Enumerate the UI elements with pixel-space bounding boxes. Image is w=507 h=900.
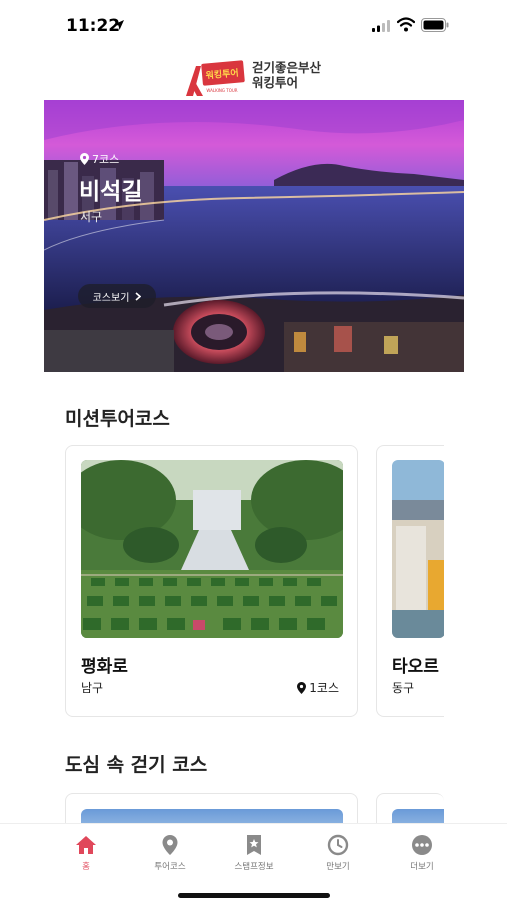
- pedometer-icon: [327, 834, 349, 856]
- view-course-label: 코스보기: [92, 292, 130, 304]
- logo-line-2: 워킹투어: [252, 75, 299, 90]
- nav-item-pedometer[interactable]: 만보기: [303, 834, 373, 872]
- home-indicator: [178, 893, 330, 898]
- city-section-title: 도심 속 걷기 코스: [65, 754, 208, 776]
- course-card[interactable]: 타오르 동구: [376, 445, 444, 717]
- course-card[interactable]: 평화로 남구 1코스: [65, 445, 358, 717]
- map-pin-icon: [162, 835, 178, 855]
- bottom-nav: 홈 투어코스 스탬프정보 만보기 더보기: [0, 823, 507, 900]
- nav-label: 홈: [82, 862, 90, 872]
- hero-banner[interactable]: 7코스 비석길 서구 코스보기: [44, 100, 464, 372]
- nav-item-stamp-info[interactable]: 스탬프정보: [219, 834, 289, 872]
- chevron-right-icon: [135, 291, 142, 301]
- hero-title: 비석길: [79, 179, 143, 205]
- course-card-region: 남구: [81, 681, 104, 695]
- course-card-image: [81, 460, 343, 638]
- hero-course-count: 7코스: [80, 151, 119, 167]
- home-icon: [76, 836, 96, 854]
- mission-section-title: 미션투어코스: [65, 408, 170, 430]
- more-icon: [412, 835, 432, 855]
- app-header: 워킹투어 WALKING TOUR 걷기좋은부산 워킹투어: [0, 52, 507, 100]
- wifi-icon: [397, 17, 415, 32]
- nav-label: 더보기: [410, 862, 434, 872]
- location-arrow-icon: [114, 20, 124, 30]
- status-time: 11:22: [66, 16, 121, 36]
- view-course-button[interactable]: 코스보기: [78, 284, 156, 308]
- nav-label: 스탬프정보: [234, 862, 274, 872]
- nav-item-home[interactable]: 홈: [51, 834, 121, 872]
- hero-image: [44, 100, 464, 372]
- walking-tour-logo[interactable]: 워킹투어 WALKING TOUR: [184, 58, 246, 98]
- course-card-image: [392, 460, 444, 638]
- logo-line-1: 걷기좋은부산: [252, 60, 322, 75]
- course-card-count: 1코스: [297, 679, 339, 696]
- course-card-region: 동구: [392, 681, 415, 695]
- course-card-title: 평화로: [81, 657, 128, 677]
- nav-label: 투어코스: [154, 862, 186, 872]
- map-pin-icon: [297, 681, 307, 694]
- cellular-signal-icon: [372, 20, 390, 32]
- logo-sub-text: WALKING TOUR: [206, 88, 237, 93]
- status-bar: 11:22: [0, 0, 507, 52]
- hero-region: 서구: [80, 210, 103, 224]
- logo-text: 걷기좋은부산 워킹투어: [252, 60, 321, 90]
- course-card-title: 타오르: [392, 657, 439, 677]
- course-card-count-text: 1코스: [309, 681, 339, 695]
- nav-item-tour-course[interactable]: 투어코스: [135, 834, 205, 872]
- stamp-icon: [247, 835, 261, 855]
- hero-course-count-text: 7코스: [92, 153, 120, 166]
- nav-item-more[interactable]: 더보기: [387, 834, 457, 872]
- nav-label: 만보기: [326, 862, 350, 872]
- map-pin-icon: [80, 153, 89, 165]
- battery-icon: [421, 18, 449, 32]
